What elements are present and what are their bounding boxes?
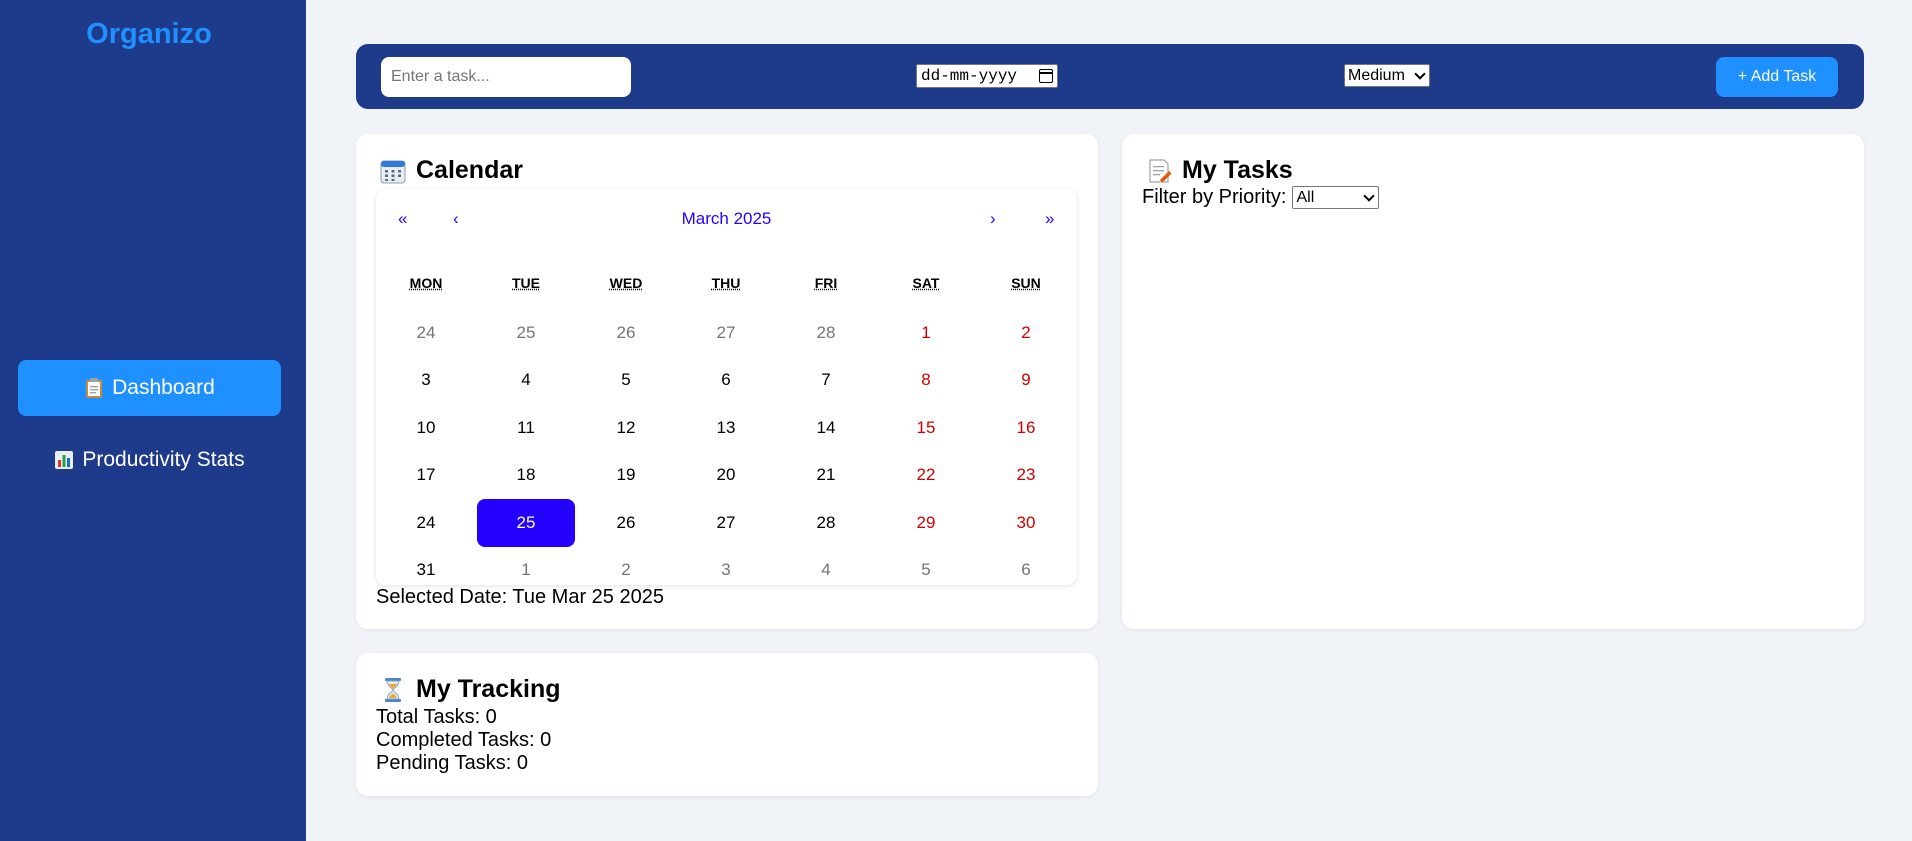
calendar-day[interactable]: 6 xyxy=(977,547,1075,595)
calendar-day[interactable]: 12 xyxy=(577,404,675,452)
priority-filter: Filter by Priority: All xyxy=(1142,186,1380,209)
month-label[interactable]: March 2025 xyxy=(376,209,1077,229)
calendar-day-selected[interactable]: 25 xyxy=(477,499,575,547)
calendar-day[interactable]: 14 xyxy=(777,404,875,452)
calendar-day[interactable]: 3 xyxy=(377,357,475,405)
selected-date-text: Selected Date: Tue Mar 25 2025 xyxy=(376,586,664,608)
calendar-day[interactable]: 11 xyxy=(477,404,575,452)
calendar-day[interactable]: 2 xyxy=(977,309,1075,357)
tracking-card-header: My Tracking xyxy=(380,675,561,704)
filter-label: Filter by Priority: xyxy=(1142,186,1287,208)
calendar-card-title: Calendar xyxy=(416,156,523,184)
task-toolbar: dd-mm-yyyy Medium + Add Task xyxy=(356,44,1864,109)
calendar-day[interactable]: 4 xyxy=(477,357,575,405)
calendar-day[interactable]: 27 xyxy=(677,309,775,357)
due-date-input[interactable]: dd-mm-yyyy xyxy=(916,64,1058,88)
calendar-day[interactable]: 28 xyxy=(777,499,875,547)
calendar-day[interactable]: 6 xyxy=(677,357,775,405)
calendar-widget: « ‹ March 2025 › » MON TUE WED THU FRI S… xyxy=(376,189,1077,585)
brand-logo: Organizo xyxy=(86,18,212,50)
calendar-day[interactable]: 23 xyxy=(977,452,1075,500)
sidebar-item-label: Dashboard xyxy=(112,376,215,399)
calendar-day[interactable]: 26 xyxy=(577,499,675,547)
tasks-card: My Tasks Filter by Priority: All xyxy=(1122,134,1864,629)
completed-tasks-stat: Completed Tasks: 0 xyxy=(376,729,552,751)
weekday-fri: FRI xyxy=(814,275,838,291)
filter-value: All xyxy=(1296,188,1315,206)
calendar-day[interactable]: 7 xyxy=(777,357,875,405)
priority-select[interactable]: Medium xyxy=(1344,64,1430,87)
bar-chart-icon xyxy=(55,451,74,469)
tracking-card-title: My Tracking xyxy=(416,675,561,703)
calendar-day[interactable]: 29 xyxy=(877,499,975,547)
weekday-wed: WED xyxy=(609,275,643,291)
calendar-day[interactable]: 18 xyxy=(477,452,575,500)
weekday-thu: THU xyxy=(711,275,741,291)
priority-value: Medium xyxy=(1348,66,1405,84)
date-placeholder: dd-mm-yyyy xyxy=(921,67,1018,85)
hourglass-icon xyxy=(385,677,401,702)
calendar-day[interactable]: 27 xyxy=(677,499,775,547)
calendar-day[interactable]: 15 xyxy=(877,404,975,452)
calendar-icon xyxy=(380,160,406,183)
main-content: dd-mm-yyyy Medium + Add Task Calendar « xyxy=(306,0,1912,841)
total-tasks-stat: Total Tasks: 0 xyxy=(376,706,497,728)
memo-icon xyxy=(1149,158,1172,183)
weekday-tue: TUE xyxy=(512,275,540,291)
calendar-day[interactable]: 3 xyxy=(677,547,775,595)
calendar-card-header: Calendar xyxy=(380,156,523,185)
calendar-day[interactable]: 13 xyxy=(677,404,775,452)
calendar-day[interactable]: 28 xyxy=(777,309,875,357)
calendar-day[interactable]: 26 xyxy=(577,309,675,357)
priority-filter-select[interactable]: All xyxy=(1292,186,1380,209)
tasks-card-header: My Tasks xyxy=(1146,156,1293,185)
weekday-header: MON TUE WED THU FRI SAT SUN xyxy=(376,275,1077,291)
tasks-card-title: My Tasks xyxy=(1182,156,1293,184)
add-task-button[interactable]: + Add Task xyxy=(1716,57,1838,97)
sidebar-item-productivity-stats[interactable]: Productivity Stats xyxy=(18,432,281,488)
calendar-day[interactable]: 25 xyxy=(477,309,575,357)
task-input[interactable] xyxy=(381,57,631,97)
sidebar: Organizo Dashboard Productivity Stats xyxy=(0,0,306,841)
chevron-down-icon xyxy=(1414,67,1426,80)
chevron-down-icon xyxy=(1363,189,1376,202)
calendar-day[interactable]: 16 xyxy=(977,404,1075,452)
next-year-button[interactable]: » xyxy=(1045,209,1054,229)
weekday-sun: SUN xyxy=(1011,275,1041,291)
calendar-day[interactable]: 5 xyxy=(577,357,675,405)
calendar-day[interactable]: 20 xyxy=(677,452,775,500)
calendar-day[interactable]: 24 xyxy=(377,499,475,547)
next-month-button[interactable]: › xyxy=(990,209,996,229)
calendar-days-grid: 24 25 26 27 28 1 2 3 4 5 6 7 8 9 10 11 1… xyxy=(376,309,1077,594)
calendar-day[interactable]: 5 xyxy=(877,547,975,595)
weekday-mon: MON xyxy=(409,275,443,291)
calendar-picker-icon[interactable] xyxy=(1039,69,1053,83)
calendar-day[interactable]: 21 xyxy=(777,452,875,500)
calendar-day[interactable]: 4 xyxy=(777,547,875,595)
calendar-day[interactable]: 22 xyxy=(877,452,975,500)
weekday-sat: SAT xyxy=(912,275,940,291)
calendar-day[interactable]: 19 xyxy=(577,452,675,500)
calendar-day[interactable]: 30 xyxy=(977,499,1075,547)
sidebar-item-dashboard[interactable]: Dashboard xyxy=(18,360,281,416)
calendar-day[interactable]: 8 xyxy=(877,357,975,405)
tracking-card: My Tracking Total Tasks: 0 Completed Tas… xyxy=(356,653,1098,796)
calendar-day[interactable]: 10 xyxy=(377,404,475,452)
sidebar-item-label: Productivity Stats xyxy=(82,448,245,471)
clipboard-icon xyxy=(86,378,103,398)
calendar-day[interactable]: 9 xyxy=(977,357,1075,405)
pending-tasks-stat: Pending Tasks: 0 xyxy=(376,752,528,774)
calendar-card: Calendar « ‹ March 2025 › » MON TUE WED … xyxy=(356,134,1098,629)
calendar-day[interactable]: 24 xyxy=(377,309,475,357)
calendar-day[interactable]: 17 xyxy=(377,452,475,500)
calendar-day[interactable]: 1 xyxy=(877,309,975,357)
